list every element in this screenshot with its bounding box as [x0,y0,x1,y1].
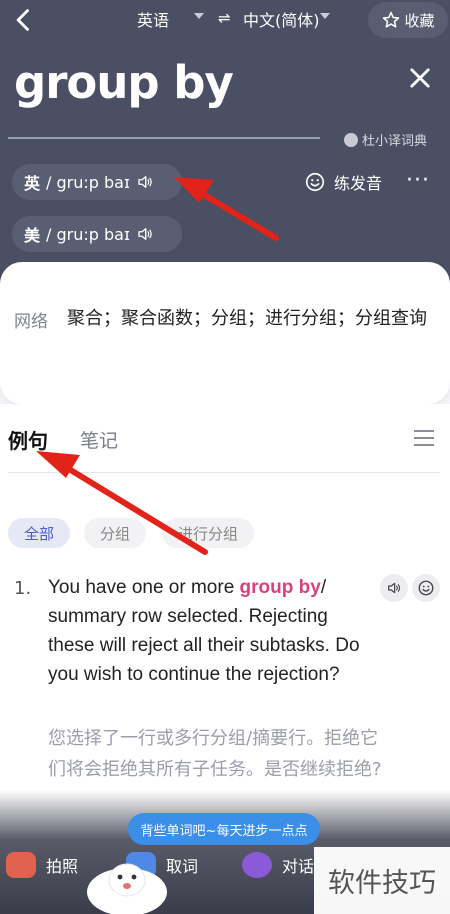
promo-bubble[interactable]: 背些单词吧~每天进步一点点 [128,813,320,845]
filter-chip-all[interactable]: 全部 [8,518,71,548]
caret-down-icon[interactable] [320,13,330,19]
input-underline [8,137,320,139]
speaker-icon[interactable] [136,225,154,243]
example-chinese: 您选择了一行或多行分组/摘要行。拒绝它们将会拒绝其所有子任务。是否继续拒绝? [48,728,382,780]
definition-card: 网络 聚合；聚合函数；分组；进行分组；分组查询 [0,262,450,404]
tab-examples[interactable]: 例句 [8,425,48,454]
example-voice-button[interactable] [412,574,440,602]
mascot-icon[interactable] [82,844,172,914]
more-options-button[interactable]: ··· [406,170,430,192]
pronunciation-us[interactable]: 美 / gru:p baɪ [12,216,182,252]
divider [8,472,440,473]
speaker-icon[interactable] [136,173,154,191]
swap-arrows-icon[interactable]: ⇌ [218,9,231,27]
definition-text: 聚合；聚合函数；分组；进行分组；分组查询 [67,308,427,329]
search-word[interactable]: group by [14,56,234,109]
close-icon [410,68,430,88]
favorite-label: 收藏 [404,11,435,30]
practice-label: 练发音 [334,174,383,193]
menu-icon[interactable] [414,430,434,446]
watermark: 软件技巧 [314,847,450,914]
pronunciation-uk-tag: 英 [24,174,41,193]
tab-notes[interactable]: 笔记 [80,426,118,453]
practice-pronunciation-button[interactable]: 练发音 [304,170,382,194]
target-language[interactable]: 中文(简体) [243,7,320,31]
clear-button[interactable] [406,64,434,92]
source-language[interactable]: 英语 [137,7,169,31]
smiley-voice-icon [305,172,325,192]
caret-down-icon[interactable] [194,13,204,19]
pronunciation-us-phonetic: / gru:p baɪ [46,224,130,244]
example-highlight: group by [239,577,321,598]
pronunciation-uk-phonetic: / gru:p baɪ [46,172,130,192]
pronunciation-us-tag: 美 [24,226,41,245]
back-button[interactable] [10,6,38,34]
dictionary-source-label: 杜小译词典 [362,134,428,149]
smiley-voice-icon [418,580,434,596]
speaker-icon [388,582,401,594]
example-english: You have one or more group by/ summary r… [48,573,378,689]
chat-button[interactable]: 对话 [242,852,314,878]
dictionary-logo-icon [344,132,358,147]
header: 英语 ⇌ 中文(简体) 收藏 group by 杜小译词典 英 / gru:p … [0,0,450,300]
example-audio-button[interactable] [380,574,408,602]
photo-label: 拍照 [46,857,79,876]
dictionary-source: 杜小译词典 [344,130,427,149]
example-english-before: You have one or more [48,577,240,598]
tab-bar: 例句 笔记 [0,404,450,474]
filter-chip-proceed-group[interactable]: 进行分组 [162,518,255,548]
photo-button[interactable]: 拍照 [6,852,78,878]
camera-icon [6,852,36,878]
example-number: 1. [14,578,32,599]
definition-label: 网络 [14,312,48,332]
pronunciation-uk[interactable]: 英 / gru:p baɪ [12,164,182,200]
filter-chip-group[interactable]: 分组 [84,518,147,548]
chat-label: 对话 [282,857,315,876]
star-icon [383,11,400,28]
chat-bubble-icon [242,852,272,878]
favorite-button[interactable]: 收藏 [368,2,448,38]
chevron-left-icon [16,9,29,31]
